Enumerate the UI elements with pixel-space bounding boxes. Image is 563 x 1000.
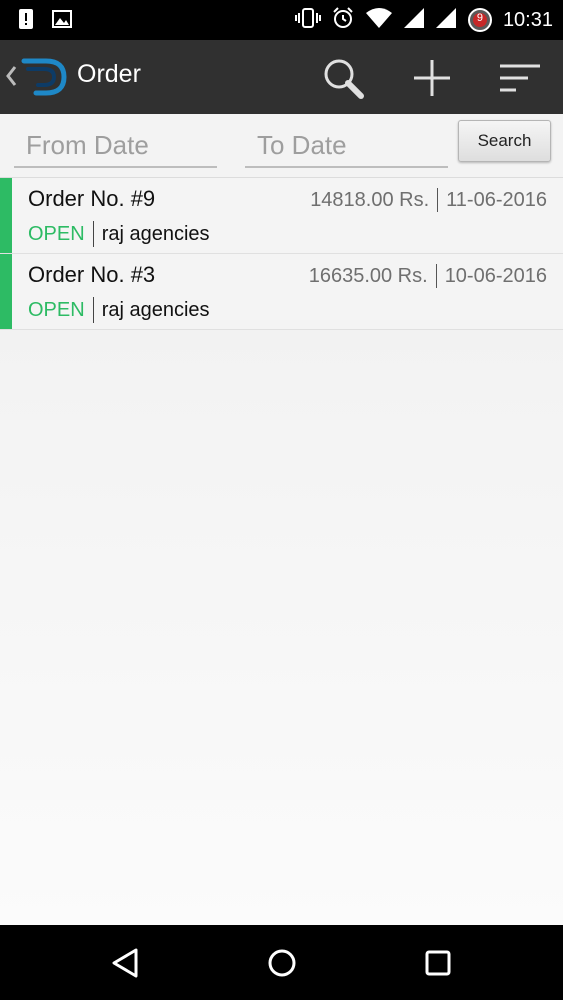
status-bar-right: 9 10:31	[294, 6, 553, 34]
alarm-icon	[331, 6, 355, 34]
order-list: Order No. #9 14818.00 Rs. 11-06-2016 OPE…	[0, 178, 563, 330]
party-name: raj agencies	[101, 222, 210, 245]
alert-icon	[18, 8, 34, 34]
page-title: Order	[77, 60, 141, 88]
sort-icon[interactable]	[496, 54, 544, 102]
search-icon[interactable]	[319, 54, 367, 102]
list-item[interactable]: Order No. #9 14818.00 Rs. 11-06-2016 OPE…	[0, 178, 563, 254]
order-amount: 14818.00 Rs.	[310, 188, 430, 211]
signal-icon-2	[435, 7, 457, 33]
order-meta: 14818.00 Rs. 11-06-2016	[310, 188, 547, 212]
notification-badge-icon: 9	[467, 7, 493, 33]
app-logo-icon[interactable]	[18, 53, 70, 105]
add-icon[interactable]	[408, 54, 456, 102]
from-date-input[interactable]	[14, 124, 217, 168]
status-stripe	[0, 254, 12, 329]
divider	[92, 221, 94, 247]
search-button[interactable]: Search	[458, 120, 551, 162]
status-stripe	[0, 178, 12, 253]
wifi-icon	[365, 7, 393, 33]
app-bar: Order	[0, 40, 563, 114]
nav-recents-icon[interactable]	[418, 943, 458, 983]
list-item[interactable]: Order No. #3 16635.00 Rs. 10-06-2016 OPE…	[0, 254, 563, 330]
image-icon	[52, 10, 72, 32]
nav-home-icon[interactable]	[262, 943, 302, 983]
divider	[435, 264, 437, 288]
nav-bar	[0, 925, 563, 1000]
order-meta: 16635.00 Rs. 10-06-2016	[309, 264, 547, 288]
status-badge: OPEN	[28, 222, 85, 245]
order-amount: 16635.00 Rs.	[308, 264, 428, 287]
to-date-input[interactable]	[245, 124, 448, 168]
notification-count: 9	[476, 12, 483, 24]
status-badge: OPEN	[28, 298, 85, 321]
status-time: 10:31	[502, 8, 553, 31]
order-date: 10-06-2016	[444, 264, 547, 287]
back-chevron-icon[interactable]	[5, 64, 17, 92]
status-bar-left	[18, 8, 72, 34]
order-number: Order No. #3	[28, 262, 156, 287]
order-date: 11-06-2016	[446, 188, 547, 211]
vibrate-icon	[294, 7, 321, 33]
party-name: raj agencies	[101, 298, 210, 321]
nav-back-icon[interactable]	[105, 943, 145, 983]
status-bar: 9 10:31	[0, 0, 563, 40]
divider	[92, 297, 94, 323]
order-sub: OPEN raj agencies	[28, 297, 210, 323]
order-number: Order No. #9	[28, 186, 156, 211]
signal-icon	[403, 7, 425, 33]
order-sub: OPEN raj agencies	[28, 221, 210, 247]
filter-bar: Search	[0, 114, 563, 178]
divider	[437, 188, 439, 212]
